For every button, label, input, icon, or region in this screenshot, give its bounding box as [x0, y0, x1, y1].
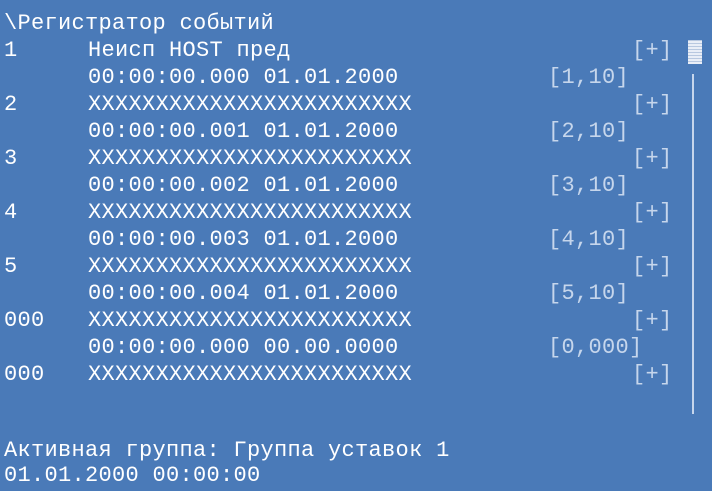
event-row[interactable]: 2 XXXXXXXXXXXXXXXXXXXXXXXX [+]	[4, 91, 688, 118]
event-row[interactable]: 5 XXXXXXXXXXXXXXXXXXXXXXXX [+]	[4, 253, 688, 280]
event-timestamp: 00:00:00.000 01.01.2000	[88, 65, 399, 90]
event-code: [1,10]	[548, 65, 630, 90]
event-index: 4	[4, 200, 18, 225]
event-text: XXXXXXXXXXXXXXXXXXXXXXXX	[88, 362, 413, 387]
event-code: [0,000]	[548, 335, 643, 360]
event-text: XXXXXXXXXXXXXXXXXXXXXXXX	[88, 92, 413, 117]
event-flag[interactable]: [+]	[632, 307, 673, 334]
event-index: 000	[4, 308, 45, 333]
event-flag[interactable]: [+]	[632, 37, 673, 64]
event-text: Неисп HOST пред	[88, 38, 291, 63]
event-flag[interactable]: [+]	[632, 253, 673, 280]
event-flag[interactable]: [+]	[632, 145, 673, 172]
event-row[interactable]: 000 XXXXXXXXXXXXXXXXXXXXXXXX [+]	[4, 307, 688, 334]
event-index: 5	[4, 254, 18, 279]
event-timestamp: 00:00:00.003 01.01.2000	[88, 227, 399, 252]
event-code: [4,10]	[548, 227, 630, 252]
event-text: XXXXXXXXXXXXXXXXXXXXXXXX	[88, 200, 413, 225]
event-detail-row: 00:00:00.004 01.01.2000 [5,10]	[4, 280, 688, 307]
event-flag[interactable]: [+]	[632, 199, 673, 226]
active-group-status: Активная группа: Группа уставок 1	[4, 438, 450, 463]
event-flag[interactable]: [+]	[632, 361, 673, 388]
event-detail-row: 00:00:00.003 01.01.2000 [4,10]	[4, 226, 688, 253]
scrollbar-track[interactable]	[692, 74, 694, 414]
event-row[interactable]: 4 XXXXXXXXXXXXXXXXXXXXXXXX [+]	[4, 199, 688, 226]
event-detail-row: 00:00:00.000 00.00.0000 [0,000]	[4, 334, 688, 361]
event-text: XXXXXXXXXXXXXXXXXXXXXXXX	[88, 254, 413, 279]
event-timestamp: 00:00:00.000 00.00.0000	[88, 335, 399, 360]
event-code: [3,10]	[548, 173, 630, 198]
event-timestamp: 00:00:00.004 01.01.2000	[88, 281, 399, 306]
event-row[interactable]: 3 XXXXXXXXXXXXXXXXXXXXXXXX [+]	[4, 145, 688, 172]
datetime-status: 01.01.2000 00:00:00	[4, 463, 261, 488]
event-detail-row: 00:00:00.002 01.01.2000 [3,10]	[4, 172, 688, 199]
event-code: [2,10]	[548, 119, 630, 144]
event-timestamp: 00:00:00.002 01.01.2000	[88, 173, 399, 198]
scrollbar-thumb[interactable]	[688, 40, 702, 64]
event-detail-row: 00:00:00.000 01.01.2000 [1,10]	[4, 64, 688, 91]
event-text: XXXXXXXXXXXXXXXXXXXXXXXX	[88, 146, 413, 171]
page-title: \Регистратор событий	[4, 11, 275, 36]
event-row[interactable]: 000 XXXXXXXXXXXXXXXXXXXXXXXX [+]	[4, 361, 688, 388]
event-code: [5,10]	[548, 281, 630, 306]
event-timestamp: 00:00:00.001 01.01.2000	[88, 119, 399, 144]
event-index: 000	[4, 362, 45, 387]
event-text: XXXXXXXXXXXXXXXXXXXXXXXX	[88, 308, 413, 333]
event-index: 3	[4, 146, 18, 171]
event-index: 1	[4, 38, 18, 63]
event-row[interactable]: 1 Неисп HOST пред [+]	[4, 37, 688, 64]
event-detail-row: 00:00:00.001 01.01.2000 [2,10]	[4, 118, 688, 145]
event-flag[interactable]: [+]	[632, 91, 673, 118]
event-index: 2	[4, 92, 18, 117]
event-recorder-screen: \Регистратор событий 1 Неисп HOST пред [+]…	[0, 0, 712, 491]
